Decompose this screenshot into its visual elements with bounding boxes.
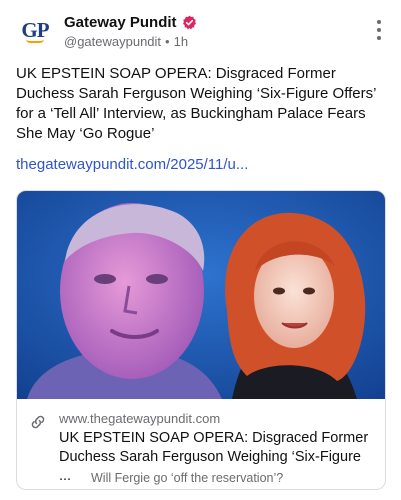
menu-dot <box>377 36 381 40</box>
handle[interactable]: @gatewaypundit <box>64 34 161 49</box>
card-domain: www.thegatewaypundit.com <box>59 411 221 426</box>
link-card[interactable]: www.thegatewaypundit.com UK EPSTEIN SOAP… <box>16 190 386 490</box>
card-image-illustration <box>17 191 385 399</box>
post-meta: @gatewaypundit • 1h <box>64 34 361 49</box>
timestamp[interactable]: 1h <box>174 34 188 49</box>
verified-badge-icon <box>182 15 196 29</box>
post-text: UK EPSTEIN SOAP OPERA: Disgraced Former … <box>16 65 376 142</box>
menu-dot <box>377 20 381 24</box>
post: GP Gateway Pundit @gatewaypundit • 1h UK… <box>0 0 401 500</box>
menu-dot <box>377 28 381 32</box>
card-description: Will Fergie go ‘off the reservation’? <box>91 471 284 485</box>
card-footer: www.thegatewaypundit.com UK EPSTEIN SOAP… <box>17 399 385 489</box>
avatar[interactable]: GP <box>16 12 54 50</box>
more-vertical-icon[interactable] <box>375 20 383 40</box>
card-image <box>17 191 385 399</box>
link-icon <box>31 415 45 429</box>
post-link[interactable]: thegatewaypundit.com/2025/11/u... <box>16 156 248 173</box>
author-name[interactable]: Gateway Pundit <box>64 14 177 31</box>
meta-separator: • <box>165 34 170 49</box>
avatar-logo-swoosh <box>26 39 44 43</box>
post-header: Gateway Pundit @gatewaypundit • 1h <box>64 12 361 49</box>
avatar-logo-text: GP <box>21 17 49 42</box>
name-row: Gateway Pundit <box>64 12 361 32</box>
